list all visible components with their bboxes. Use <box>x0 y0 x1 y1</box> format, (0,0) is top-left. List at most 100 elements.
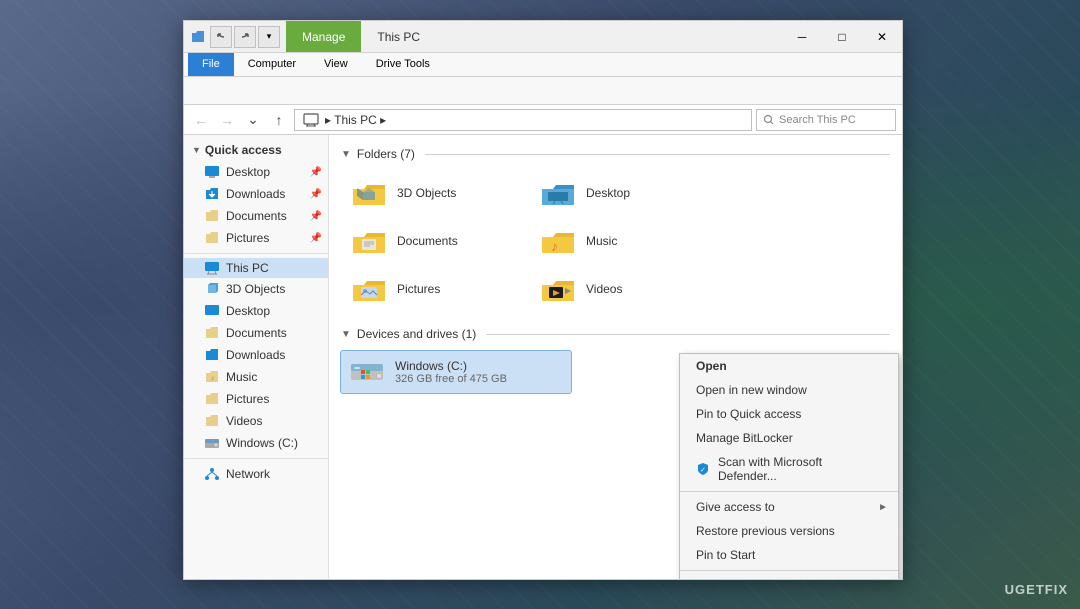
folder-item-desktop[interactable]: Desktop <box>530 171 715 215</box>
redo-btn[interactable] <box>234 26 256 48</box>
sidebar-quick-access-header[interactable]: ▼ Quick access <box>184 139 328 161</box>
quick-access-label: Quick access <box>205 143 282 157</box>
ctx-manage-bitlocker[interactable]: Manage BitLocker <box>680 426 898 450</box>
drive-item-windows-c[interactable]: Windows (C:) 326 GB free of 475 GB <box>341 351 571 393</box>
sidebar-item-label: 3D Objects <box>226 282 285 296</box>
ctx-item-label: Manage BitLocker <box>696 431 793 445</box>
sidebar-item-label: Desktop <box>226 304 270 318</box>
sidebar-item-network[interactable]: Network <box>184 463 328 485</box>
sidebar-item-documents2[interactable]: Documents <box>184 322 328 344</box>
back-button[interactable]: ← <box>190 109 212 131</box>
defender-icon: ✓ <box>696 462 710 476</box>
divider2 <box>184 458 328 459</box>
title-bar: ▾ Manage This PC ─ □ ✕ <box>184 21 902 53</box>
tab-thispc[interactable]: This PC <box>361 21 436 52</box>
down-arrow-btn[interactable]: ▾ <box>258 26 280 48</box>
sidebar-item-downloads[interactable]: Downloads 📌 <box>184 183 328 205</box>
music-icon: ♪ <box>204 369 220 385</box>
sidebar: ▼ Quick access Desktop 📌 Downloads 📌 <box>184 135 329 579</box>
folder-item-music[interactable]: ♪ Music <box>530 219 715 263</box>
folder-icon-pictures <box>349 273 389 305</box>
svg-text:♪: ♪ <box>211 375 215 382</box>
sidebar-item-pictures2[interactable]: Pictures <box>184 388 328 410</box>
sidebar-item-documents[interactable]: Documents 📌 <box>184 205 328 227</box>
search-box[interactable]: Search This PC <box>756 109 896 131</box>
ctx-pin-start[interactable]: Pin to Start <box>680 543 898 567</box>
pin-icon: 📌 <box>310 233 322 244</box>
sidebar-item-downloads2[interactable]: Downloads <box>184 344 328 366</box>
devices-section-header[interactable]: ▼ Devices and drives (1) <box>341 327 890 341</box>
folder-icon <box>190 29 206 45</box>
sidebar-item-label: Network <box>226 467 270 481</box>
recent-locations-button[interactable]: ⌄ <box>242 109 264 131</box>
sidebar-item-label: Downloads <box>226 348 285 362</box>
content-area: ▼ Folders (7) 3D <box>329 135 902 579</box>
ctx-item-label: Open in new window <box>696 383 807 397</box>
separator2 <box>486 334 890 335</box>
close-button[interactable]: ✕ <box>862 21 902 53</box>
explorer-window: ▾ Manage This PC ─ □ ✕ File Computer Vie… <box>183 20 903 580</box>
separator <box>425 154 890 155</box>
sidebar-item-label: Pictures <box>226 231 269 245</box>
ctx-pin-quick-access[interactable]: Pin to Quick access <box>680 402 898 426</box>
ctx-restore-versions[interactable]: Restore previous versions <box>680 519 898 543</box>
ctx-give-access[interactable]: Give access to ► <box>680 495 898 519</box>
folder-name: Documents <box>397 234 458 248</box>
videos-icon <box>204 413 220 429</box>
ctx-open[interactable]: Open <box>680 354 898 378</box>
sidebar-item-pictures[interactable]: Pictures 📌 <box>184 227 328 249</box>
tab-manage[interactable]: Manage <box>286 21 361 52</box>
sidebar-item-label: Documents <box>226 326 287 340</box>
tab-file[interactable]: File <box>188 53 234 76</box>
downloads-icon-sm <box>204 347 220 363</box>
tab-view[interactable]: View <box>310 53 362 76</box>
undo-btn[interactable] <box>210 26 232 48</box>
sidebar-item-label: Pictures <box>226 392 269 406</box>
folder-item-3dobjects[interactable]: 3D Objects <box>341 171 526 215</box>
ctx-item-label: Open <box>696 359 727 373</box>
ribbon-tabs: File Computer View Drive Tools <box>184 53 902 77</box>
tab-computer[interactable]: Computer <box>234 53 310 76</box>
drive-icon-sm <box>204 435 220 451</box>
3dobjects-icon <box>204 281 220 297</box>
sidebar-item-windows-c[interactable]: Windows (C:) <box>184 432 328 454</box>
sidebar-item-desktop2[interactable]: Desktop <box>184 300 328 322</box>
sidebar-item-thispc[interactable]: This PC <box>184 258 328 278</box>
desktop-icon <box>204 164 220 180</box>
folder-name: Music <box>586 234 617 248</box>
ctx-item-label: Give access to <box>696 500 775 514</box>
folder-item-videos[interactable]: Videos <box>530 267 715 311</box>
address-path[interactable]: ▸ This PC ▸ <box>294 109 752 131</box>
sidebar-item-label: Downloads <box>226 187 285 201</box>
folder-name: Pictures <box>397 282 440 296</box>
submenu-arrow: ► <box>878 502 888 513</box>
pin-icon: 📌 <box>310 167 322 178</box>
folder-item-documents[interactable]: Documents <box>341 219 526 263</box>
pictures-icon-sm <box>204 391 220 407</box>
folder-item-pictures[interactable]: Pictures <box>341 267 526 311</box>
search-icon <box>763 114 775 126</box>
forward-button[interactable]: → <box>216 109 238 131</box>
folder-name: 3D Objects <box>397 186 456 200</box>
folders-section-header[interactable]: ▼ Folders (7) <box>341 147 890 161</box>
minimize-button[interactable]: ─ <box>782 21 822 53</box>
ctx-scan-defender[interactable]: ✓ Scan with Microsoft Defender... <box>680 450 898 488</box>
ctx-divider-2 <box>680 570 898 571</box>
tab-drive-tools[interactable]: Drive Tools <box>362 53 444 76</box>
ctx-item-label: Restore previous versions <box>696 524 835 538</box>
sidebar-item-videos[interactable]: Videos <box>184 410 328 432</box>
ctx-format[interactable]: Format... <box>680 574 898 579</box>
sidebar-item-desktop[interactable]: Desktop 📌 <box>184 161 328 183</box>
address-bar: ← → ⌄ ↑ ▸ This PC ▸ Search This PC <box>184 105 902 135</box>
sidebar-item-label: Music <box>226 370 257 384</box>
ctx-open-new-window[interactable]: Open in new window <box>680 378 898 402</box>
quick-save-toolbar: ▾ <box>210 26 280 48</box>
maximize-button[interactable]: □ <box>822 21 862 53</box>
sidebar-item-3dobjects[interactable]: 3D Objects <box>184 278 328 300</box>
breadcrumb-path: ▸ This PC ▸ <box>325 113 386 127</box>
desktop-icon-sm <box>204 303 220 319</box>
documents-icon <box>204 208 220 224</box>
up-button[interactable]: ↑ <box>268 109 290 131</box>
sidebar-item-music[interactable]: ♪ Music <box>184 366 328 388</box>
folder-icon-documents <box>349 225 389 257</box>
